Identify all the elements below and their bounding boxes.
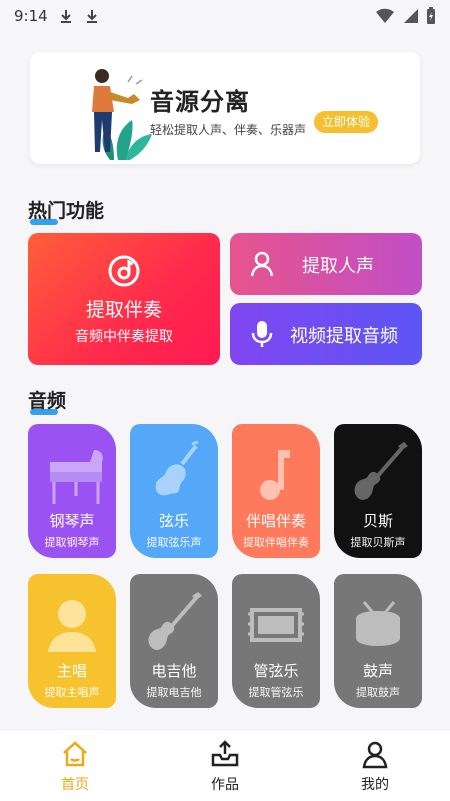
card-desc: 提取伴唱伴奏 — [243, 536, 309, 549]
card-name: 钢琴声 — [49, 512, 95, 530]
card-strings[interactable]: 弦乐 提取弦乐声 — [130, 424, 218, 558]
signal-icon — [404, 9, 418, 23]
battery-icon — [427, 7, 435, 24]
video-extract-audio-label: 视频提取音频 — [290, 326, 398, 347]
user-icon — [362, 741, 388, 769]
hot-section-title: 热门功能 — [28, 196, 104, 225]
card-name: 鼓声 — [362, 662, 393, 680]
try-now-button[interactable]: 立即体验 — [314, 111, 379, 133]
status-time: 9:14 — [14, 7, 48, 25]
person-icon — [250, 251, 274, 277]
card-orchestra[interactable]: 管弦乐 提取管弦乐 — [232, 574, 320, 708]
wifi-icon — [376, 8, 394, 23]
card-desc: 提取管弦乐 — [248, 686, 304, 699]
bottom-tab-bar: 首页 作品 我的 — [0, 729, 450, 801]
card-desc: 提取钢琴声 — [44, 536, 100, 549]
disc-music-icon — [108, 255, 140, 287]
banner-title: 音源分离 — [150, 88, 250, 116]
card-name: 弦乐 — [158, 512, 189, 530]
bass-guitar-icon — [354, 442, 408, 500]
banner-subtitle: 轻松提取人声、伴奏、乐器声 — [150, 123, 307, 137]
violin-icon — [155, 440, 199, 496]
extract-accompaniment-title: 提取伴奏 — [85, 299, 162, 321]
card-name: 伴唱伴奏 — [245, 512, 306, 530]
home-icon — [63, 741, 87, 767]
upload-tray-icon — [211, 740, 239, 767]
card-bass[interactable]: 贝斯 提取贝斯声 — [334, 424, 422, 558]
card-desc: 提取弦乐声 — [146, 536, 202, 549]
card-lead-vocal[interactable]: 主唱 提取主唱声 — [28, 574, 116, 708]
video-extract-audio-button[interactable]: 视频提取音频 — [230, 303, 422, 365]
singer-icon — [48, 600, 96, 652]
tab-home-label: 首页 — [61, 777, 89, 793]
extract-accompaniment-subtitle: 音频中伴奏提取 — [75, 329, 173, 345]
card-electric-guitar[interactable]: 电吉他 提取电吉他 — [130, 574, 218, 708]
tab-mine-label: 我的 — [361, 777, 389, 793]
source-separation-banner[interactable]: 音源分离 轻松提取人声、伴奏、乐器声 立即体验 — [30, 52, 420, 164]
extract-vocal-label: 提取人声 — [302, 256, 374, 277]
card-name: 贝斯 — [362, 512, 393, 530]
extract-accompaniment-button[interactable]: 提取伴奏 音频中伴奏提取 — [28, 233, 220, 365]
card-desc: 提取主唱声 — [44, 686, 100, 699]
download-icon — [86, 10, 97, 23]
card-name: 电吉他 — [151, 662, 197, 680]
film-strip-icon — [248, 608, 304, 642]
tab-home[interactable]: 首页 — [0, 730, 150, 801]
card-name: 主唱 — [56, 662, 87, 680]
status-bar: 9:14 — [0, 0, 450, 32]
drum-icon — [356, 601, 400, 646]
card-drum[interactable]: 鼓声 提取鼓声 — [334, 574, 422, 708]
tab-mine[interactable]: 我的 — [300, 730, 450, 801]
card-desc: 提取贝斯声 — [350, 536, 406, 549]
card-name: 管弦乐 — [253, 662, 299, 680]
card-piano[interactable]: 钢琴声 提取钢琴声 — [28, 424, 116, 558]
card-desc: 提取鼓声 — [356, 686, 400, 699]
audio-section-title: 音频 — [28, 386, 66, 415]
tab-works[interactable]: 作品 — [150, 730, 300, 801]
piano-icon — [50, 450, 103, 504]
microphone-icon — [251, 321, 273, 347]
card-backing-vocal[interactable]: 伴唱伴奏 提取伴唱伴奏 — [232, 424, 320, 558]
card-desc: 提取电吉他 — [146, 686, 202, 699]
music-note-icon — [260, 450, 290, 500]
electric-guitar-icon — [148, 592, 202, 650]
extract-vocal-button[interactable]: 提取人声 — [230, 233, 422, 295]
tab-works-label: 作品 — [211, 777, 239, 793]
download-icon — [60, 10, 71, 23]
